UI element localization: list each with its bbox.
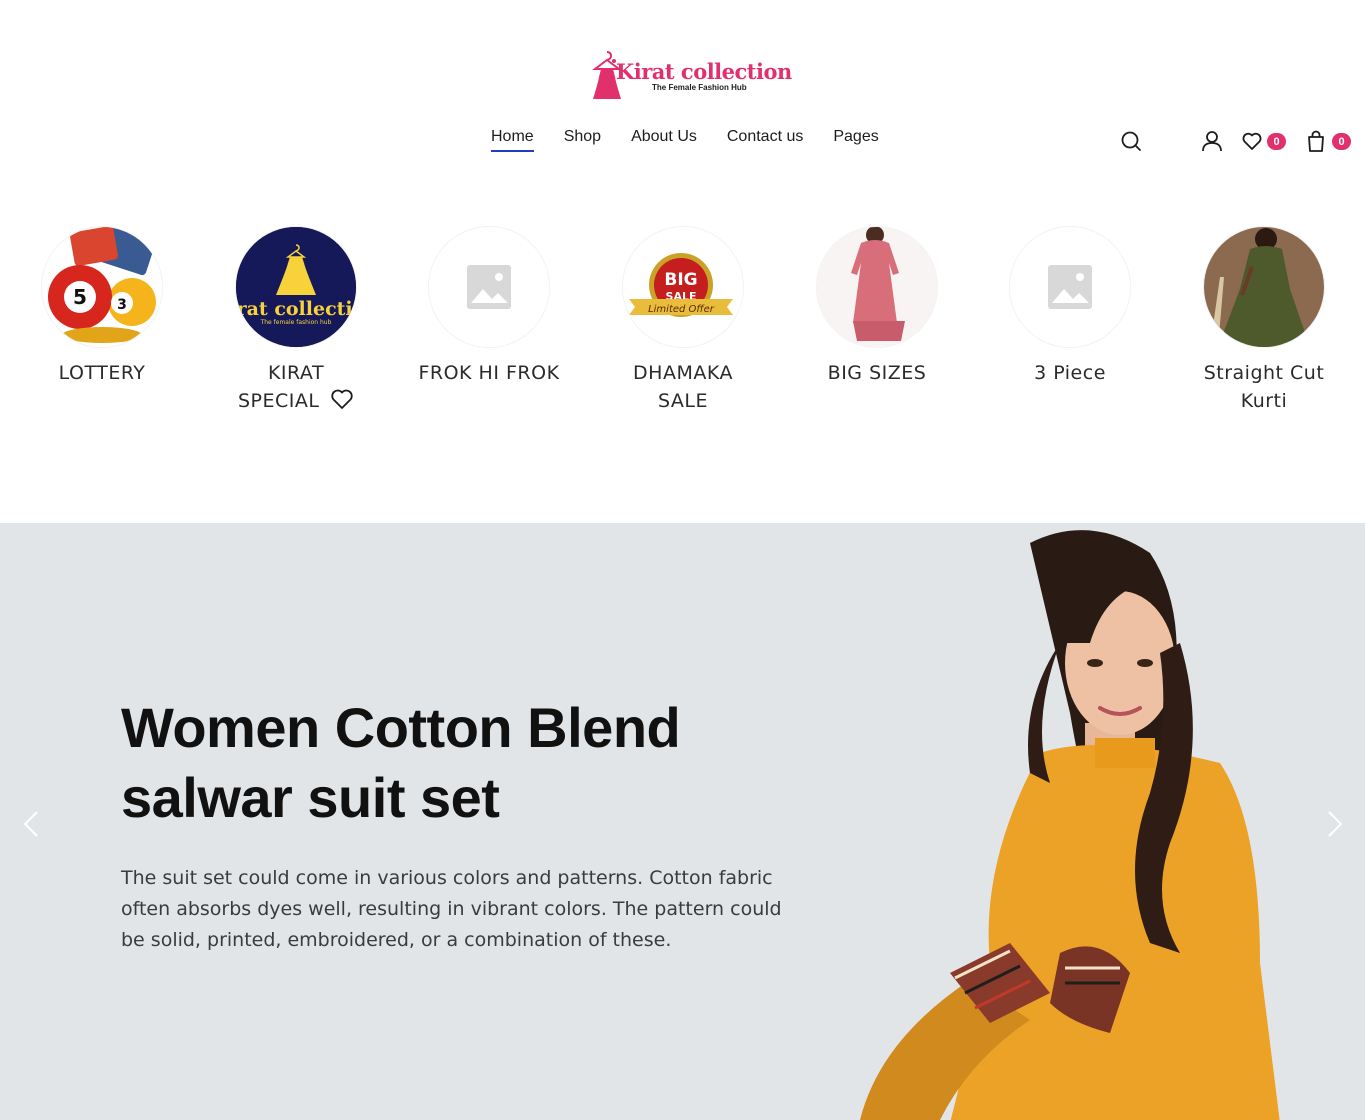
category-lottery[interactable]: 5 3 LOTTERY <box>17 227 187 387</box>
dress-hanger-icon <box>590 49 624 101</box>
category-label: Straight Cut Kurti <box>1203 362 1325 412</box>
cart-count-badge: 0 <box>1332 133 1351 150</box>
hero-title: Women Cotton Blend salwar suit set <box>121 696 681 829</box>
category-label: FROK HI FROK <box>418 362 560 384</box>
category-label: LOTTERY <box>58 362 146 384</box>
category-big-sizes[interactable]: BIG SIZES <box>792 227 962 387</box>
category-dhamaka-sale[interactable]: BIG SALE Limited Offer DHAMAKA SALE <box>598 227 768 415</box>
nav-shop[interactable]: Shop <box>564 128 601 152</box>
category-frok-hi-frok[interactable]: FROK HI FROK <box>404 227 574 387</box>
category-label: 3 Piece <box>1034 362 1106 384</box>
svg-text:Limited Offer: Limited Offer <box>648 304 715 315</box>
brand-tagline: The Female Fashion Hub <box>652 82 747 92</box>
heart-icon[interactable] <box>330 388 354 418</box>
brand-name: Kirat collection <box>616 58 792 84</box>
site-logo[interactable]: Kirat collection The Female Fashion Hub <box>590 48 792 102</box>
category-carousel: 5 3 LOTTERY Kirat collection The female … <box>0 227 1365 427</box>
nav-pages[interactable]: Pages <box>833 128 878 152</box>
category-label: BIG SIZES <box>827 362 927 384</box>
shopping-bag-icon[interactable] <box>1303 128 1329 154</box>
nav-about-us[interactable]: About Us <box>631 128 697 152</box>
category-kirat-special[interactable]: Kirat collection The female fashion hub … <box>211 227 381 418</box>
big-sale-badge-image: BIG SALE Limited Offer <box>623 227 743 347</box>
model-photo <box>740 523 1300 1120</box>
wishlist-count-badge: 0 <box>1267 133 1286 150</box>
svg-text:Kirat collection: Kirat collection <box>236 298 356 320</box>
placeholder-image-icon <box>1010 227 1130 347</box>
green-dress-image <box>1204 227 1324 347</box>
category-label: DHAMAKA SALE <box>633 362 733 412</box>
svg-text:BIG: BIG <box>664 270 697 290</box>
chevron-right-icon[interactable] <box>1322 809 1346 839</box>
category-straight-cut-kurti[interactable]: Straight Cut Kurti <box>1179 227 1349 415</box>
user-icon[interactable] <box>1199 128 1225 154</box>
category-3-piece[interactable]: 3 Piece <box>985 227 1155 387</box>
search-icon[interactable] <box>1118 128 1144 154</box>
svg-text:The female fashion hub: The female fashion hub <box>260 319 332 326</box>
hero-slider: Women Cotton Blend salwar suit set The s… <box>0 523 1365 1120</box>
placeholder-image-icon <box>429 227 549 347</box>
svg-text:3: 3 <box>117 297 127 313</box>
wishlist-heart-icon[interactable] <box>1239 128 1265 154</box>
category-label: KIRAT SPECIAL <box>238 359 354 418</box>
pink-kurti-image <box>817 227 937 347</box>
nav-home[interactable]: Home <box>491 128 534 152</box>
kirat-logo-image: Kirat collection The female fashion hub <box>236 227 356 347</box>
hero-description: The suit set could come in various color… <box>121 867 782 951</box>
nav-contact-us[interactable]: Contact us <box>727 128 803 152</box>
svg-text:5: 5 <box>73 285 87 309</box>
chevron-left-icon[interactable] <box>20 809 44 839</box>
lottery-balls-image: 5 3 <box>42 227 162 347</box>
main-navigation: Home Shop About Us Contact us Pages <box>491 128 879 152</box>
